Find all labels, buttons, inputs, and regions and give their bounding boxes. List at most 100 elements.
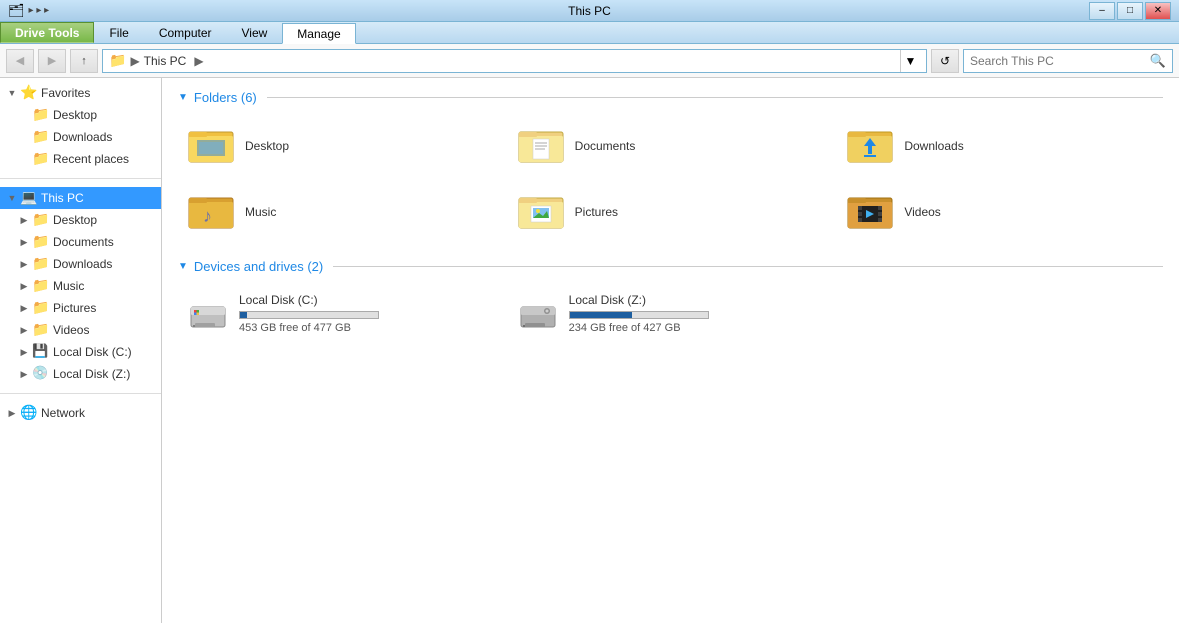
drive-c-icon (187, 293, 229, 335)
expand-icon (16, 278, 32, 294)
sidebar-item-local-c[interactable]: 💾 Local Disk (C:) (0, 341, 161, 363)
sidebar-item-local-z[interactable]: 💿 Local Disk (Z:) (0, 363, 161, 385)
folders-section-header: ▼ Folders (6) (178, 90, 1163, 105)
drive-item-z[interactable]: Local Disk (Z:) 234 GB free of 427 GB (508, 284, 834, 344)
drive-z-icon (517, 293, 559, 335)
music-folder-icon: ♪ (187, 188, 235, 236)
maximize-button[interactable]: □ (1117, 2, 1143, 20)
folder-icon: 📁 (32, 106, 50, 124)
folder-item-music[interactable]: ♪ Music (178, 181, 504, 243)
address-arrow: ▶ (194, 54, 203, 68)
sidebar-desktop-label: Desktop (53, 108, 97, 122)
address-bar: ◀ ▶ ↑ 📁 ▶ This PC ▶ ▼ ↺ 🔍 (0, 44, 1179, 78)
ribbon-tabs: Drive Tools File Computer View Manage (0, 22, 1179, 44)
drive-z-name: Local Disk (Z:) (569, 293, 825, 307)
sidebar-downloads-label: Downloads (53, 130, 112, 144)
folders-grid: Desktop Documents (178, 115, 1163, 243)
folders-section-title: Folders (6) (194, 90, 257, 105)
this-pc-expand-icon (4, 190, 20, 206)
sidebar-item-documents[interactable]: 📁 Documents (0, 231, 161, 253)
drive-z-bar (569, 311, 709, 319)
favorites-expand-icon (4, 85, 20, 101)
sidebar-item-pictures[interactable]: 📁 Pictures (0, 297, 161, 319)
address-field[interactable]: 📁 ▶ This PC ▶ ▼ (102, 49, 927, 73)
drive-item-c[interactable]: Local Disk (C:) 453 GB free of 477 GB (178, 284, 504, 344)
devices-grid: Local Disk (C:) 453 GB free of 477 GB (178, 284, 1163, 344)
expand-icon (16, 300, 32, 316)
folder-icon: 📁 (32, 233, 50, 251)
sidebar-item-music[interactable]: 📁 Music (0, 275, 161, 297)
pictures-folder-icon (517, 188, 565, 236)
drive-z-icon: 💿 (32, 365, 50, 383)
sidebar-item-downloads[interactable]: 📁 Downloads (0, 126, 161, 148)
sidebar-network-label: Network (41, 406, 85, 420)
sidebar-downloads2-label: Downloads (53, 257, 112, 271)
drive-c-name: Local Disk (C:) (239, 293, 495, 307)
tab-file[interactable]: File (94, 22, 143, 43)
content-area: ▼ Folders (6) Desktop (162, 78, 1179, 623)
back-button[interactable]: ◀ (6, 49, 34, 73)
tab-view[interactable]: View (227, 22, 283, 43)
sidebar-local-z-label: Local Disk (Z:) (53, 367, 130, 381)
search-icon: 🔍 (1150, 53, 1166, 69)
app-icon: 🗂 (8, 3, 25, 19)
sidebar-local-c-label: Local Disk (C:) (53, 345, 132, 359)
close-button[interactable]: ✕ (1145, 2, 1171, 20)
search-input[interactable] (970, 54, 1150, 68)
drive-z-info: Local Disk (Z:) 234 GB free of 427 GB (569, 293, 825, 334)
search-box[interactable]: 🔍 (963, 49, 1173, 73)
downloads-folder-label: Downloads (904, 139, 963, 153)
computer-icon: 💻 (20, 189, 38, 207)
sidebar-item-videos[interactable]: 📁 Videos (0, 319, 161, 341)
folder-icon: 📁 (32, 299, 50, 317)
refresh-button[interactable]: ↺ (931, 49, 959, 73)
folder-item-documents[interactable]: Documents (508, 115, 834, 177)
tab-drive-tools[interactable]: Drive Tools (0, 22, 94, 43)
expand-icon (16, 344, 32, 360)
sidebar-item-recent[interactable]: 📁 Recent places (0, 148, 161, 170)
address-path: This PC (144, 54, 187, 68)
videos-folder-label: Videos (904, 205, 940, 219)
sidebar-item-desktop2[interactable]: 📁 Desktop (0, 209, 161, 231)
devices-collapse-arrow[interactable]: ▼ (178, 261, 188, 272)
sidebar-favorites-header[interactable]: ⭐ Favorites (0, 82, 161, 104)
up-button[interactable]: ↑ (70, 49, 98, 73)
title-bar-left: 🗂 ▸ ▸ ▸ (8, 3, 49, 19)
folder-icon: 📁 (32, 211, 50, 229)
favorites-star-icon: ⭐ (20, 84, 38, 102)
sidebar-network[interactable]: 🌐 Network (0, 402, 161, 424)
tab-manage[interactable]: Manage (282, 23, 355, 44)
devices-section-header: ▼ Devices and drives (2) (178, 259, 1163, 274)
drive-c-bar-fill (240, 312, 247, 318)
sidebar-recent-label: Recent places (53, 152, 129, 166)
sidebar-music-label: Music (53, 279, 84, 293)
folders-collapse-arrow[interactable]: ▼ (178, 92, 188, 103)
drive-z-free: 234 GB free of 427 GB (569, 322, 825, 334)
forward-button[interactable]: ▶ (38, 49, 66, 73)
address-dropdown[interactable]: ▼ (900, 50, 920, 72)
tab-computer[interactable]: Computer (144, 22, 227, 43)
address-separator: ▶ (130, 54, 139, 68)
sidebar-desktop2-label: Desktop (53, 213, 97, 227)
sidebar-this-pc-label: This PC (41, 191, 84, 205)
svg-text:♪: ♪ (203, 206, 212, 226)
drive-c-info: Local Disk (C:) 453 GB free of 477 GB (239, 293, 495, 334)
folder-item-pictures[interactable]: Pictures (508, 181, 834, 243)
minimize-button[interactable]: – (1089, 2, 1115, 20)
sidebar-item-downloads2[interactable]: 📁 Downloads (0, 253, 161, 275)
sidebar-divider-2 (0, 393, 161, 394)
sidebar-item-desktop[interactable]: 📁 Desktop (0, 104, 161, 126)
documents-folder-label: Documents (575, 139, 636, 153)
folders-section-line (267, 97, 1163, 98)
sidebar-this-pc[interactable]: 💻 This PC (0, 187, 161, 209)
folder-item-downloads[interactable]: Downloads (837, 115, 1163, 177)
folder-item-desktop[interactable]: Desktop (178, 115, 504, 177)
network-expand-icon (4, 405, 20, 421)
sidebar-divider-1 (0, 178, 161, 179)
network-icon: 🌐 (20, 404, 38, 422)
folder-item-videos[interactable]: Videos (837, 181, 1163, 243)
folder-icon: 📁 (32, 255, 50, 273)
sidebar-pictures-label: Pictures (53, 301, 96, 315)
sidebar: ⭐ Favorites 📁 Desktop 📁 Downloads 📁 Rece… (0, 78, 162, 623)
desktop-folder-icon (187, 122, 235, 170)
